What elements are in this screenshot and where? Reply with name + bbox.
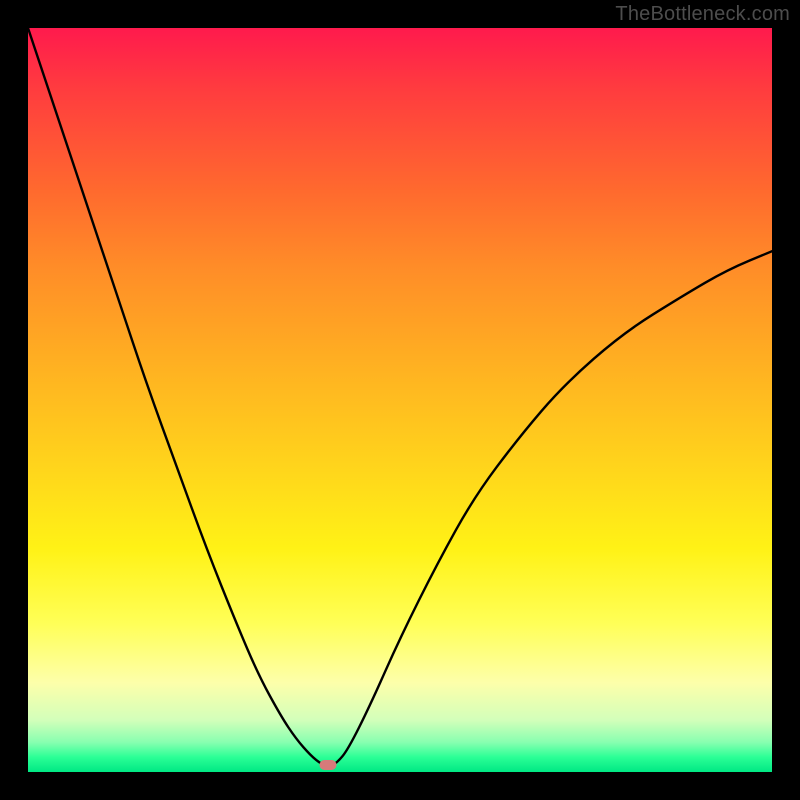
curve-svg: [28, 28, 772, 772]
optimum-marker: [319, 760, 336, 770]
watermark-text: TheBottleneck.com: [615, 3, 790, 26]
plot-area: [28, 28, 772, 772]
chart-frame: TheBottleneck.com: [0, 0, 800, 800]
bottleneck-curve-path: [28, 28, 772, 766]
